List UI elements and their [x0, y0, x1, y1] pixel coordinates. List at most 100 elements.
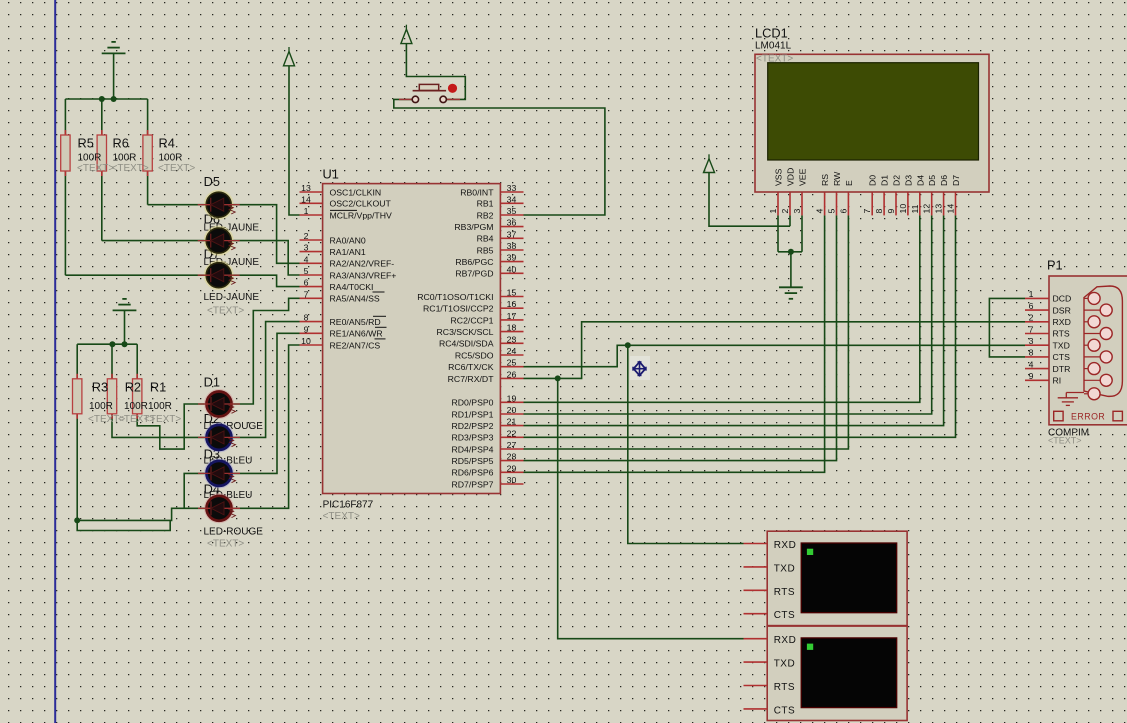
svg-text:4: 4 — [304, 254, 309, 264]
svg-text:5: 5 — [304, 266, 309, 276]
svg-text:RB1: RB1 — [477, 199, 494, 209]
svg-text:PIC16F877: PIC16F877 — [323, 500, 374, 511]
svg-text:MCLR/Vpp/THV: MCLR/Vpp/THV — [330, 210, 392, 220]
svg-text:23: 23 — [507, 334, 517, 344]
svg-text:RC1/T1OSI/CCP2: RC1/T1OSI/CCP2 — [423, 304, 494, 314]
svg-text:RA1/AN1: RA1/AN1 — [330, 247, 366, 257]
svg-text:4: 4 — [815, 209, 825, 214]
svg-text:RD0/PSP0: RD0/PSP0 — [451, 398, 493, 408]
svg-text:19: 19 — [507, 393, 517, 403]
svg-text:RTS: RTS — [1053, 329, 1070, 339]
svg-text:R4: R4 — [159, 136, 175, 151]
svg-text:R1: R1 — [150, 380, 166, 395]
svg-text:RI: RI — [1053, 376, 1062, 386]
svg-text:3: 3 — [304, 243, 309, 253]
svg-text:1: 1 — [768, 209, 778, 214]
svg-text:26: 26 — [507, 369, 517, 379]
svg-text:RW: RW — [832, 171, 842, 186]
svg-text:VEE: VEE — [798, 168, 808, 186]
svg-text:100R: 100R — [124, 401, 148, 412]
svg-text:RD2/PSP2: RD2/PSP2 — [451, 421, 493, 431]
svg-text:<TEXT>: <TEXT> — [756, 54, 793, 65]
svg-text:RD1/PSP1: RD1/PSP1 — [451, 409, 493, 419]
svg-text:1: 1 — [1029, 289, 1034, 299]
svg-text:22: 22 — [507, 428, 517, 438]
svg-text:RC5/SDO: RC5/SDO — [455, 350, 494, 360]
svg-text:RXD: RXD — [774, 635, 797, 646]
svg-text:R5: R5 — [78, 136, 94, 151]
svg-text:RC4/SDI/SDA: RC4/SDI/SDA — [439, 339, 494, 349]
svg-text:11: 11 — [910, 204, 920, 213]
svg-text:14: 14 — [946, 204, 956, 214]
svg-text:21: 21 — [507, 417, 517, 427]
svg-text:34: 34 — [507, 194, 517, 204]
svg-text:7: 7 — [304, 289, 309, 299]
svg-text:<TEXT>: <TEXT> — [1048, 436, 1082, 446]
svg-text:100R: 100R — [78, 153, 102, 164]
svg-text:3: 3 — [792, 209, 802, 214]
svg-text:2: 2 — [304, 231, 309, 241]
svg-text:27: 27 — [507, 440, 517, 450]
svg-text:9: 9 — [1029, 371, 1034, 381]
svg-text:RB6/PGC: RB6/PGC — [455, 257, 493, 267]
svg-text:<TEXT>: <TEXT> — [158, 163, 195, 174]
svg-text:DTR: DTR — [1053, 364, 1071, 374]
svg-text:24: 24 — [507, 346, 517, 356]
svg-text:R6: R6 — [113, 136, 129, 151]
svg-text:RTS: RTS — [774, 587, 795, 598]
svg-text:RA4/T0CKI: RA4/T0CKI — [330, 282, 374, 292]
svg-text:<TEXT>: <TEXT> — [323, 511, 360, 522]
svg-text:OSC1/CLKIN: OSC1/CLKIN — [330, 187, 382, 197]
svg-text:VSS: VSS — [774, 168, 784, 186]
svg-text:35: 35 — [507, 206, 517, 216]
svg-text:D4: D4 — [915, 175, 925, 186]
svg-text:6: 6 — [304, 278, 309, 288]
svg-text:RA5/AN4/SS: RA5/AN4/SS — [330, 294, 380, 304]
svg-text:<TEXT>: <TEXT> — [77, 163, 114, 174]
svg-text:R3: R3 — [92, 380, 108, 395]
svg-text:LED-JAUNE: LED-JAUNE — [204, 292, 260, 303]
svg-text:U1: U1 — [323, 166, 339, 181]
svg-text:38: 38 — [507, 241, 517, 251]
svg-text:RC0/T1OSO/T1CKI: RC0/T1OSO/T1CKI — [417, 292, 493, 302]
svg-text:<TEXT>: <TEXT> — [207, 306, 244, 317]
svg-text:RD5/PSP5: RD5/PSP5 — [451, 456, 493, 466]
svg-text:5: 5 — [827, 209, 837, 214]
svg-text:100R: 100R — [89, 401, 113, 412]
svg-text:9: 9 — [304, 324, 309, 334]
svg-text:<TEXT>: <TEXT> — [207, 539, 244, 550]
svg-text:RD4/PSP4: RD4/PSP4 — [451, 444, 493, 454]
svg-text:P1: P1 — [1047, 258, 1063, 273]
svg-text:8: 8 — [874, 209, 884, 214]
svg-text:6: 6 — [838, 209, 848, 214]
svg-text:CTS: CTS — [774, 705, 796, 716]
svg-text:OSC2/CLKOUT: OSC2/CLKOUT — [330, 199, 392, 209]
svg-text:RB0/INT: RB0/INT — [460, 187, 494, 197]
svg-text:100R: 100R — [113, 153, 137, 164]
svg-text:R2: R2 — [125, 380, 141, 395]
svg-text:D7: D7 — [951, 175, 961, 186]
svg-text:RA0/AN0: RA0/AN0 — [330, 235, 366, 245]
svg-text:LED-ROUGE: LED-ROUGE — [204, 527, 264, 538]
svg-text:TXD: TXD — [1053, 340, 1070, 350]
svg-text:D5: D5 — [927, 175, 937, 186]
svg-text:25: 25 — [507, 358, 517, 368]
svg-text:12: 12 — [922, 204, 932, 214]
svg-text:RE1/AN6/WR: RE1/AN6/WR — [330, 329, 383, 339]
svg-text:TXD: TXD — [774, 563, 796, 574]
svg-text:33: 33 — [507, 183, 517, 193]
svg-text:4: 4 — [1029, 359, 1034, 369]
svg-text:RC2/CCP1: RC2/CCP1 — [451, 315, 494, 325]
svg-text:37: 37 — [507, 229, 517, 239]
svg-text:D2: D2 — [892, 175, 902, 186]
svg-text:16: 16 — [507, 299, 517, 309]
svg-text:30: 30 — [507, 475, 517, 485]
svg-text:RB5: RB5 — [477, 245, 494, 255]
svg-text:1: 1 — [304, 206, 309, 216]
svg-text:2: 2 — [780, 209, 790, 214]
svg-text:40: 40 — [507, 264, 517, 274]
svg-text:RD7/PSP7: RD7/PSP7 — [451, 479, 493, 489]
svg-text:RB7/PGD: RB7/PGD — [455, 269, 493, 279]
svg-text:39: 39 — [507, 253, 517, 263]
svg-text:17: 17 — [507, 311, 517, 321]
